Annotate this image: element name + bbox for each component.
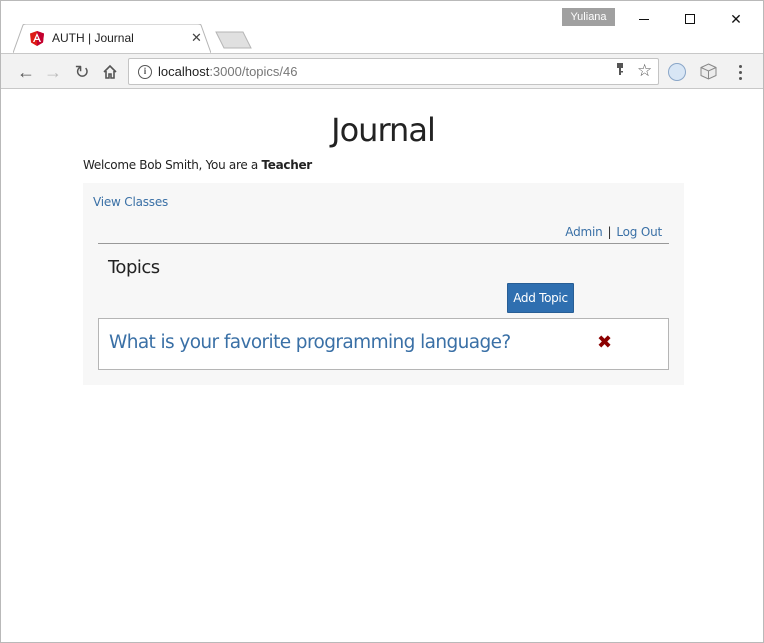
welcome-message: Welcome Bob Smith, You are a Teacher [83,158,312,172]
close-window-button[interactable]: ✕ [713,7,759,31]
add-topic-button[interactable]: Add Topic [507,283,574,313]
bookmark-star-icon[interactable]: ☆ [637,61,652,81]
extension-cube-icon[interactable] [700,63,717,80]
logout-link[interactable]: Log Out [616,225,662,239]
admin-link[interactable]: Admin [565,225,602,239]
extension-icon[interactable] [668,63,686,81]
forward-arrow-icon[interactable]: → [43,62,63,82]
reload-icon[interactable]: ↻ [72,62,92,82]
topic-link[interactable]: What is your favorite programming langua… [109,332,511,353]
tab-close-icon[interactable]: ✕ [191,30,202,46]
welcome-prefix: Welcome Bob Smith, You are a [83,158,262,172]
user-role: Teacher [261,158,312,172]
title-bar: Yuliana ✕ AUTH | Journal ✕ [1,1,763,53]
menu-kebab-icon[interactable] [734,62,748,82]
key-icon[interactable] [616,63,624,79]
link-separator: | [607,225,612,239]
maximize-button[interactable] [667,7,713,31]
new-tab-button[interactable] [215,31,252,49]
browser-toolbar: ← → ↻ i localhost:3000/topics/46 ☆ [1,53,763,89]
topics-heading: Topics [108,257,160,278]
page-title: Journal [331,111,436,149]
url-path: :3000/topics/46 [209,64,298,79]
delete-icon[interactable]: ✖ [597,333,612,353]
home-icon[interactable] [100,62,120,82]
browser-window: Yuliana ✕ AUTH | Journal ✕ ← → ↻ i local… [0,0,764,643]
main-panel: View Classes Admin | Log Out Topics Add To… [83,183,684,385]
angular-icon [30,31,44,46]
browser-tab[interactable]: AUTH | Journal ✕ [13,24,211,53]
url-text[interactable]: localhost:3000/topics/46 [158,64,298,80]
view-classes-link[interactable]: View Classes [93,195,168,209]
topic-list-item: What is your favorite programming langua… [98,318,669,370]
url-host: localhost [158,64,210,79]
back-arrow-icon[interactable]: ← [16,62,36,82]
page-content: Journal Welcome Bob Smith, You are a Tea… [8,90,758,638]
tab-title: AUTH | Journal [52,31,134,45]
site-info-icon[interactable]: i [138,65,152,79]
address-bar[interactable]: i localhost:3000/topics/46 ☆ [128,58,659,85]
user-links: Admin | Log Out [565,225,662,239]
profile-badge[interactable]: Yuliana [562,8,615,26]
minimize-button[interactable] [621,7,667,31]
divider [98,243,669,244]
